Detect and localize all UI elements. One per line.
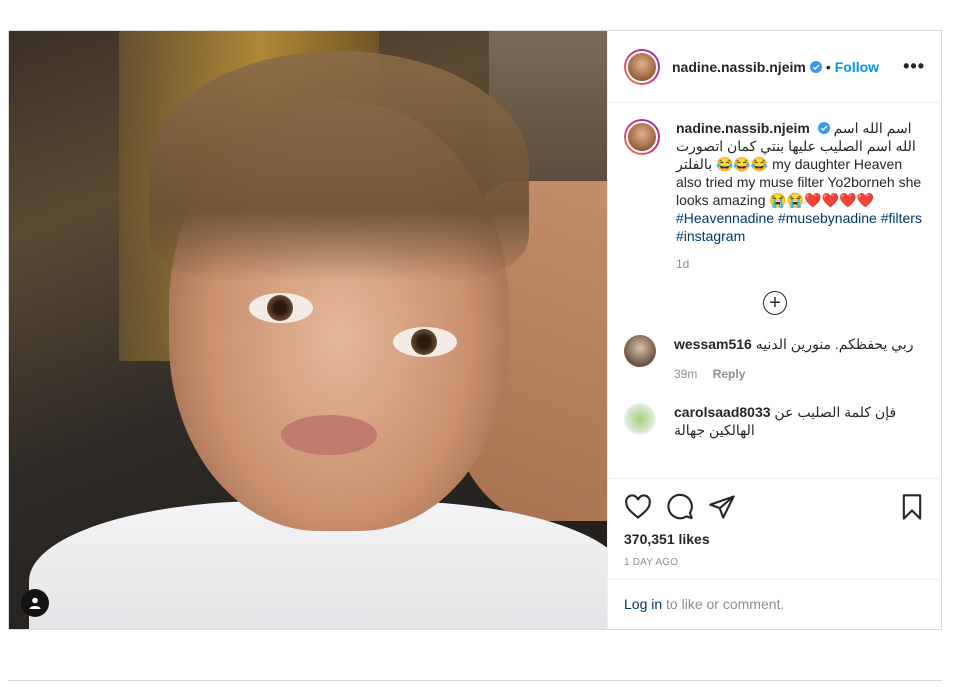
comment-username[interactable]: wessam516 xyxy=(674,336,752,352)
verified-badge-icon xyxy=(809,60,822,73)
post-photo[interactable] xyxy=(9,31,607,629)
more-options-button[interactable]: ••• xyxy=(903,56,925,77)
user-tag-icon[interactable] xyxy=(21,589,49,617)
caption-time: 1d xyxy=(676,257,690,271)
bookmark-icon[interactable] xyxy=(898,493,926,521)
paper-plane-icon[interactable] xyxy=(708,493,736,521)
login-prompt: Log in to like or comment. xyxy=(608,579,942,629)
separator-dot: • xyxy=(825,58,831,75)
post-timestamp: 1 DAY AGO xyxy=(624,557,679,568)
heart-icon[interactable] xyxy=(624,493,652,521)
comment-item: wessam516 ربي يحفظكم. منورين الدنيه 39m … xyxy=(624,335,926,383)
caption-hashtags[interactable]: #Heavennadine #musebynadine #filters #in… xyxy=(676,210,922,244)
likes-count[interactable]: 370,351 likes xyxy=(624,531,926,547)
comment-bubble-icon[interactable] xyxy=(666,493,694,521)
comment-username[interactable]: carolsaad8033 xyxy=(674,404,771,420)
post-sidebar: nadine.nassib.njeim • Follow ••• nadine.… xyxy=(607,31,942,629)
comment-text: ربي يحفظكم. منورين الدنيه xyxy=(755,336,914,352)
verified-badge-icon xyxy=(817,122,830,134)
avatar[interactable] xyxy=(624,335,656,367)
login-prompt-text: to like or comment. xyxy=(662,596,785,612)
comment-item: carolsaad8033 فإن كلمة الصليب عن الهالكي… xyxy=(624,403,926,439)
load-more-comments[interactable]: + xyxy=(624,291,926,315)
avatar[interactable] xyxy=(624,48,660,85)
comment-time: 39m xyxy=(674,367,698,381)
caption-avatar[interactable] xyxy=(624,119,660,155)
login-link[interactable]: Log in xyxy=(624,596,662,612)
avatar[interactable] xyxy=(624,403,656,435)
post-header: nadine.nassib.njeim • Follow ••• xyxy=(608,31,941,103)
comments-panel[interactable]: nadine.nassib.njeim اسم الله اسم الله اس… xyxy=(608,103,942,478)
page-divider xyxy=(8,680,942,681)
plus-circle-icon[interactable]: + xyxy=(763,291,787,315)
caption-username[interactable]: nadine.nassib.njeim xyxy=(676,120,810,136)
action-bar: 370,351 likes 1 DAY AGO xyxy=(608,478,942,568)
post-username[interactable]: nadine.nassib.njeim xyxy=(672,59,806,75)
caption: nadine.nassib.njeim اسم الله اسم الله اس… xyxy=(624,119,926,245)
post-card: nadine.nassib.njeim • Follow ••• nadine.… xyxy=(8,30,942,630)
follow-button[interactable]: Follow xyxy=(835,59,879,75)
reply-button[interactable]: Reply xyxy=(713,367,746,381)
